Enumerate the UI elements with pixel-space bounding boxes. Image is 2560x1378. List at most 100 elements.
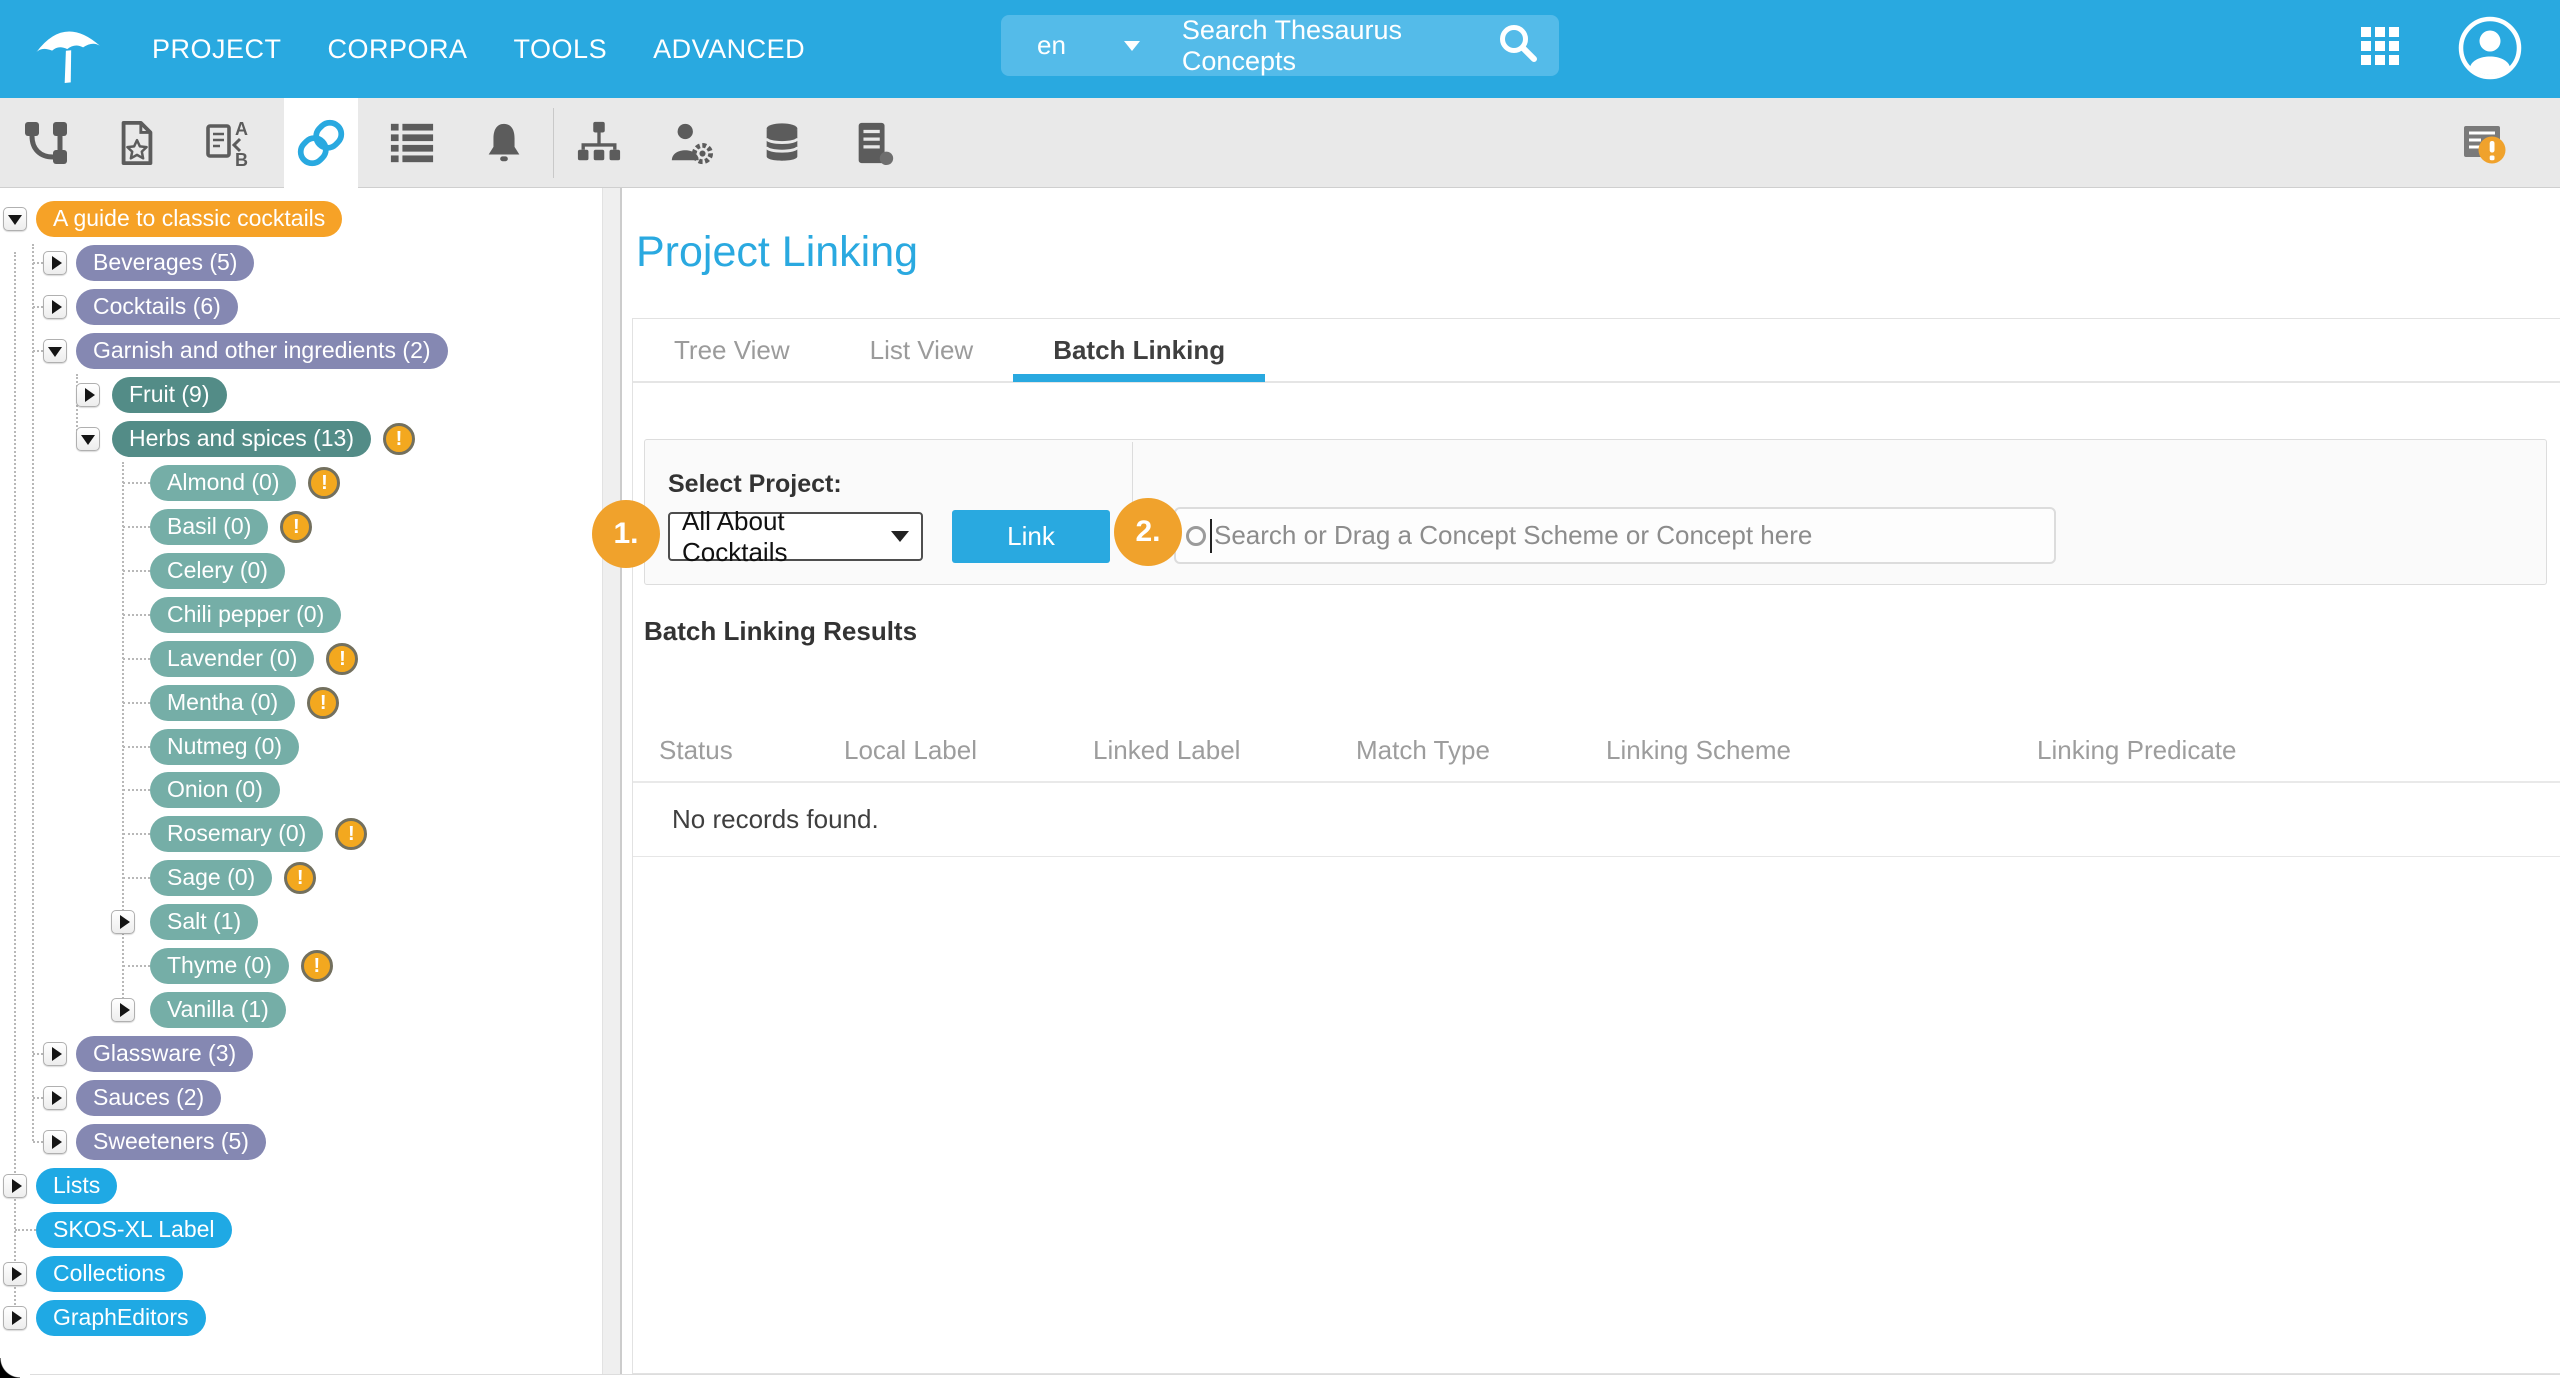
concept-tree-icon[interactable] [9, 98, 83, 188]
tree-row: Onion (0) [150, 772, 280, 808]
repositories-icon[interactable] [837, 98, 911, 188]
project-linking-icon[interactable] [284, 98, 358, 188]
tree-node-herbs-and-spices-13[interactable]: Herbs and spices (13) [112, 421, 371, 457]
select-caret-icon [891, 531, 909, 542]
project-linking-card: Tree View List View Batch Linking Select P… [632, 318, 2560, 1374]
empty-message: No records found. [672, 783, 879, 855]
link-button[interactable]: Link [952, 510, 1110, 563]
concept-search-placeholder: Search or Drag a Concept Scheme or Conce… [1214, 520, 1812, 551]
tree-row: Sauces (2) [76, 1080, 221, 1116]
database-icon[interactable] [745, 98, 819, 188]
tree-node-sage-0[interactable]: Sage (0) [150, 860, 272, 896]
bottom-divider [30, 1374, 2560, 1375]
tree-connector [33, 306, 43, 308]
tree-node-garnish-and-other-ingredients-2[interactable]: Garnish and other ingredients (2) [76, 333, 448, 369]
warning-badge-icon: ! [383, 423, 415, 455]
tree-node-fruit-9[interactable]: Fruit (9) [112, 377, 227, 413]
tree-connector [123, 658, 150, 660]
menu-corpora[interactable]: CORPORA [328, 34, 468, 65]
warning-badge-icon: ! [326, 643, 358, 675]
tree-node-basil-0[interactable]: Basil (0) [150, 509, 268, 545]
tree-row: Lavender (0)! [150, 641, 358, 677]
tree-node-sweeteners-5[interactable]: Sweeteners (5) [76, 1124, 266, 1160]
expand-node-icon[interactable] [3, 1262, 27, 1286]
batch-linking-panel: Select Project: All About Cocktails Link… [644, 439, 2547, 585]
expand-node-icon[interactable] [3, 1306, 27, 1330]
tree-row: Garnish and other ingredients (2) [76, 333, 448, 369]
tree-node-onion-0[interactable]: Onion (0) [150, 772, 280, 808]
expand-node-icon[interactable] [43, 1130, 67, 1154]
tree-node-chili-pepper-0[interactable]: Chili pepper (0) [150, 597, 341, 633]
menu-project[interactable]: PROJECT [152, 34, 282, 65]
main-menu: PROJECT CORPORA TOOLS ADVANCED [152, 0, 805, 98]
tree-node-collections[interactable]: Collections [36, 1256, 183, 1292]
tree-node-a-guide-to-classic-cocktails[interactable]: A guide to classic cocktails [36, 201, 342, 237]
tree-node-celery-0[interactable]: Celery (0) [150, 553, 285, 589]
screen-corner [0, 1358, 20, 1378]
expand-node-icon[interactable] [76, 383, 100, 407]
triangle-right-icon [85, 388, 95, 402]
tree-node-mentha-0[interactable]: Mentha (0) [150, 685, 295, 721]
tree-node-thyme-0[interactable]: Thyme (0) [150, 948, 289, 984]
menu-tools[interactable]: TOOLS [514, 34, 608, 65]
tree-row: Lists [36, 1168, 117, 1204]
translation-icon[interactable]: A B [192, 98, 266, 188]
expand-node-icon[interactable] [43, 1086, 67, 1110]
expand-node-icon[interactable] [111, 998, 135, 1022]
column-header-local-label: Local Label [844, 721, 977, 779]
search-icon[interactable] [1495, 20, 1541, 71]
tab-batch-linking[interactable]: Batch Linking [1053, 318, 1225, 382]
user-avatar-icon[interactable] [2457, 15, 2523, 81]
tree-connector [123, 702, 150, 704]
project-select-value: All About Cocktails [682, 506, 891, 568]
tree-node-glassware-3[interactable]: Glassware (3) [76, 1036, 253, 1072]
tree-row: Sweeteners (5) [76, 1124, 266, 1160]
poolparty-logo-icon[interactable] [30, 10, 106, 88]
toolbar: A B [0, 98, 2560, 188]
app-window: PROJECT CORPORA TOOLS ADVANCED en Search Th… [0, 0, 2560, 1378]
tree-node-nutmeg-0[interactable]: Nutmeg (0) [150, 729, 299, 765]
menu-advanced[interactable]: ADVANCED [653, 34, 805, 65]
tree-row: Rosemary (0)! [150, 816, 367, 852]
lists-icon[interactable] [375, 98, 449, 188]
tree-row: Beverages (5) [76, 245, 254, 281]
hierarchy-icon[interactable] [562, 98, 636, 188]
tree-node-skos-xl-label[interactable]: SKOS-XL Label [36, 1212, 232, 1248]
reports-warning-icon[interactable] [2448, 98, 2522, 188]
tree-node-grapheditors[interactable]: GraphEditors [36, 1300, 206, 1336]
text-cursor [1210, 519, 1212, 553]
collapse-node-icon[interactable] [43, 339, 67, 363]
starred-document-icon[interactable] [100, 98, 174, 188]
concept-search-input[interactable]: Search or Drag a Concept Scheme or Conce… [1174, 507, 2056, 564]
thesaurus-search-box[interactable]: en Search Thesaurus Concepts [1001, 15, 1559, 76]
expand-node-icon[interactable] [111, 910, 135, 934]
tree-node-lavender-0[interactable]: Lavender (0) [150, 641, 314, 677]
tree-node-cocktails-6[interactable]: Cocktails (6) [76, 289, 238, 325]
tree-connector [33, 1053, 43, 1055]
tree-row: SKOS-XL Label [36, 1212, 232, 1248]
tree-scrollbar[interactable] [602, 188, 620, 1374]
tab-tree-view[interactable]: Tree View [674, 318, 790, 382]
apps-grid-icon[interactable] [2361, 27, 2399, 65]
select-project-label: Select Project: [668, 470, 842, 499]
notifications-bell-icon[interactable] [467, 98, 541, 188]
collapse-node-icon[interactable] [3, 207, 27, 231]
expand-node-icon[interactable] [43, 295, 67, 319]
tab-list-view[interactable]: List View [870, 318, 974, 382]
tree-node-almond-0[interactable]: Almond (0) [150, 465, 296, 501]
tree-node-salt-1[interactable]: Salt (1) [150, 904, 258, 940]
tree-node-rosemary-0[interactable]: Rosemary (0) [150, 816, 323, 852]
expand-node-icon[interactable] [3, 1174, 27, 1198]
expand-node-icon[interactable] [43, 251, 67, 275]
tree-node-lists[interactable]: Lists [36, 1168, 117, 1204]
tree-row: Basil (0)! [150, 509, 312, 545]
user-management-icon[interactable] [654, 98, 728, 188]
tree-node-vanilla-1[interactable]: Vanilla (1) [150, 992, 286, 1028]
project-select[interactable]: All About Cocktails [668, 512, 923, 561]
expand-node-icon[interactable] [43, 1042, 67, 1066]
language-selector[interactable]: en [1037, 30, 1140, 61]
collapse-node-icon[interactable] [76, 427, 100, 451]
tree-node-sauces-2[interactable]: Sauces (2) [76, 1080, 221, 1116]
tree-node-beverages-5[interactable]: Beverages (5) [76, 245, 254, 281]
tree-connector [33, 1097, 43, 1099]
